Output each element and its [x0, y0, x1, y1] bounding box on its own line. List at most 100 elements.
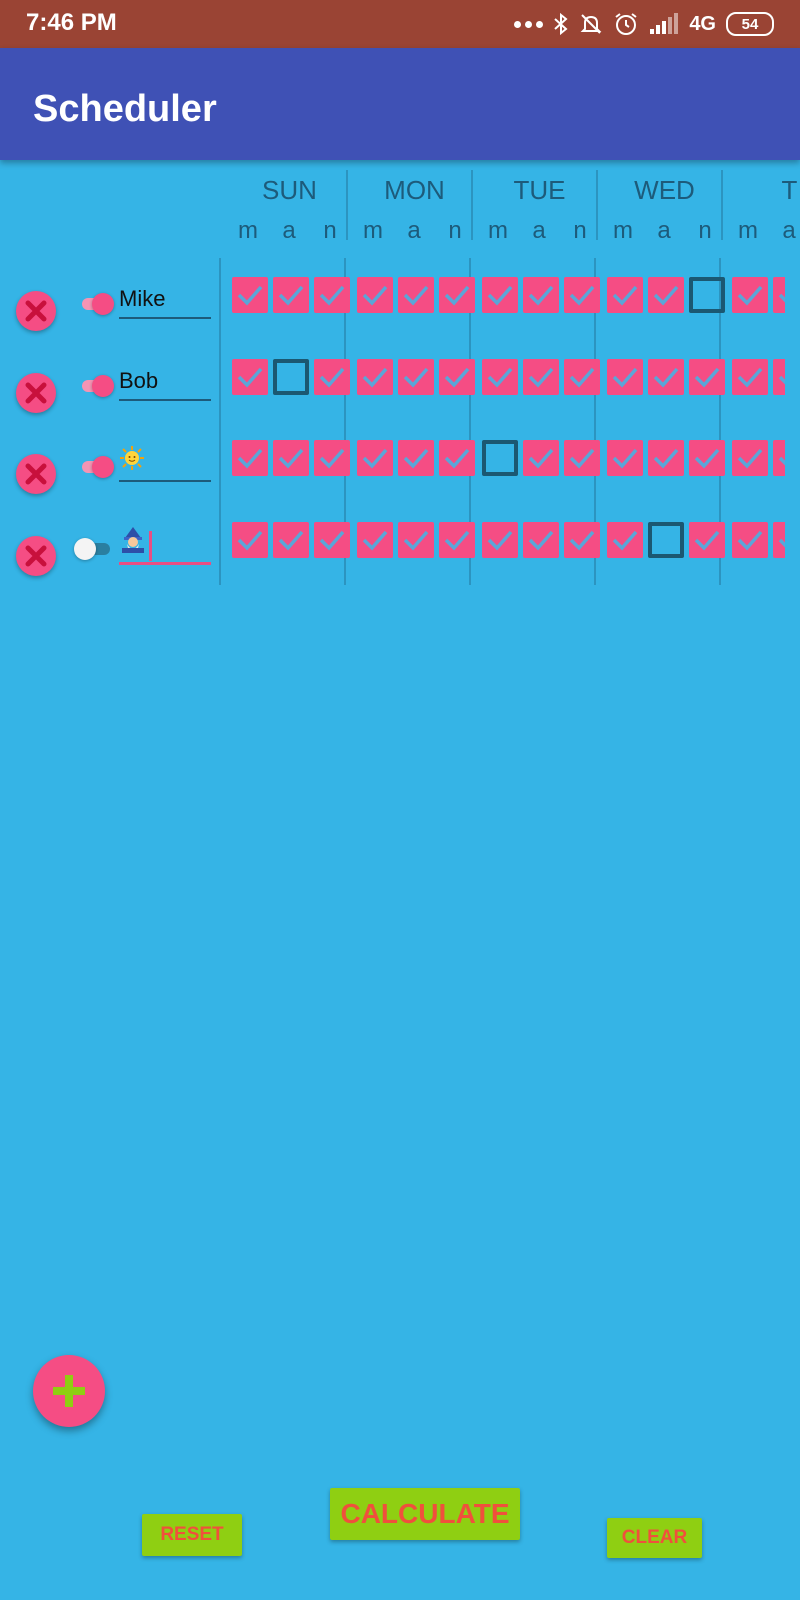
shift-checkbox-tue-m[interactable] — [482, 277, 518, 313]
shift-checkbox-wed-m[interactable] — [607, 522, 643, 558]
person-name-input[interactable] — [119, 526, 211, 565]
shift-checkbox-t-m[interactable] — [732, 522, 768, 558]
shift-checkbox-wed-n[interactable] — [689, 440, 725, 476]
person-name-text: Mike — [119, 286, 166, 311]
day-header-tue: TUE — [513, 175, 566, 205]
shift-checkbox-tue-m[interactable] — [482, 440, 518, 476]
shift-checkbox-sun-n[interactable] — [314, 522, 350, 558]
check-icon — [694, 367, 720, 388]
shift-checkbox-sun-m[interactable] — [232, 440, 268, 476]
shift-checkbox-sun-a[interactable] — [273, 359, 309, 395]
add-person-button[interactable] — [33, 1355, 105, 1427]
person-name-input[interactable] — [119, 444, 211, 482]
shift-checkbox-sun-m[interactable] — [232, 277, 268, 313]
shift-checkbox-tue-a[interactable] — [523, 277, 559, 313]
check-icon — [569, 367, 595, 388]
shift-checkbox-sun-n[interactable] — [314, 277, 350, 313]
shift-checkbox-sun-a[interactable] — [273, 440, 309, 476]
shift-checkbox-wed-m[interactable] — [607, 440, 643, 476]
shift-checkbox-sun-n[interactable] — [314, 359, 350, 395]
battery-level: 54 — [741, 15, 759, 33]
shift-checkbox-mon-n[interactable] — [439, 359, 475, 395]
shift-checkbox-mon-a[interactable] — [398, 359, 434, 395]
delete-person-button[interactable] — [16, 536, 56, 576]
shift-checkbox-tue-m[interactable] — [482, 359, 518, 395]
shift-checkbox-sun-m[interactable] — [232, 522, 268, 558]
check-icon — [362, 285, 388, 306]
person-name-text: Bob — [119, 368, 159, 393]
check-icon — [237, 367, 263, 388]
shift-checkbox-t-m[interactable] — [732, 440, 768, 476]
mute-bell-icon — [580, 14, 602, 34]
shift-checkbox-wed-m[interactable] — [607, 277, 643, 313]
reset-button[interactable]: RESET — [142, 1514, 242, 1556]
check-icon — [778, 538, 785, 548]
delete-person-button[interactable] — [16, 454, 56, 494]
person-enabled-toggle[interactable] — [82, 456, 114, 478]
shift-checkbox-t-m[interactable] — [732, 277, 768, 313]
shift-checkbox-wed-a[interactable] — [648, 522, 684, 558]
shift-checkbox-t-a[interactable] — [773, 359, 785, 395]
shift-checkbox-sun-a[interactable] — [273, 277, 309, 313]
shift-checkbox-wed-a[interactable] — [648, 277, 684, 313]
shift-checkbox-mon-n[interactable] — [439, 277, 475, 313]
shift-checkbox-t-a[interactable] — [773, 440, 785, 476]
shift-checkbox-wed-n[interactable] — [689, 359, 725, 395]
shift-checkbox-mon-m[interactable] — [357, 440, 393, 476]
check-icon — [319, 285, 345, 306]
shift-checkbox-t-a[interactable] — [773, 277, 785, 313]
check-icon — [528, 367, 554, 388]
shift-checkbox-wed-a[interactable] — [648, 359, 684, 395]
shift-checkbox-wed-n[interactable] — [689, 277, 725, 313]
shift-checkbox-mon-a[interactable] — [398, 277, 434, 313]
person-enabled-toggle[interactable] — [74, 538, 112, 560]
shift-checkbox-wed-a[interactable] — [648, 440, 684, 476]
shift-checkbox-sun-n[interactable] — [314, 440, 350, 476]
slot-label-a: a — [782, 217, 796, 244]
shift-checkbox-wed-n[interactable] — [689, 522, 725, 558]
shift-checkbox-mon-a[interactable] — [398, 522, 434, 558]
delete-person-button[interactable] — [16, 291, 56, 331]
slot-label-n: n — [448, 217, 462, 244]
shift-checkbox-tue-n[interactable] — [564, 277, 600, 313]
person-enabled-toggle[interactable] — [82, 375, 114, 397]
check-icon — [528, 448, 554, 469]
shift-checkbox-mon-m[interactable] — [357, 359, 393, 395]
shift-checkbox-tue-a[interactable] — [523, 522, 559, 558]
slot-label-m: m — [738, 217, 758, 244]
check-icon — [487, 285, 513, 306]
clear-button[interactable]: CLEAR — [607, 1518, 702, 1558]
shift-checkbox-tue-n[interactable] — [564, 440, 600, 476]
check-icon — [737, 367, 763, 388]
shift-checkbox-wed-m[interactable] — [607, 359, 643, 395]
shift-checkbox-mon-m[interactable] — [357, 522, 393, 558]
delete-person-button[interactable] — [16, 373, 56, 413]
shift-checkbox-tue-a[interactable] — [523, 440, 559, 476]
shift-checkbox-t-m[interactable] — [732, 359, 768, 395]
person-enabled-toggle[interactable] — [82, 293, 114, 315]
shift-checkbox-mon-m[interactable] — [357, 277, 393, 313]
shift-checkbox-tue-n[interactable] — [564, 359, 600, 395]
shift-checkbox-mon-n[interactable] — [439, 440, 475, 476]
network-type: 4G — [689, 12, 716, 35]
check-icon — [319, 448, 345, 469]
check-icon — [569, 285, 595, 306]
shift-checkbox-sun-a[interactable] — [273, 522, 309, 558]
shift-checkbox-mon-a[interactable] — [398, 440, 434, 476]
shift-checkbox-tue-a[interactable] — [523, 359, 559, 395]
shift-checkbox-mon-n[interactable] — [439, 522, 475, 558]
calculate-button[interactable]: CALCULATE — [330, 1488, 520, 1540]
check-icon — [278, 448, 304, 469]
shift-checkbox-tue-n[interactable] — [564, 522, 600, 558]
check-icon — [778, 456, 785, 466]
person-name-input[interactable]: Mike — [119, 281, 211, 319]
check-icon — [487, 367, 513, 388]
shift-checkbox-tue-m[interactable] — [482, 522, 518, 558]
shift-checkbox-t-a[interactable] — [773, 522, 785, 558]
person-name-input[interactable]: Bob — [119, 363, 211, 401]
shift-checkbox-sun-m[interactable] — [232, 359, 268, 395]
check-icon — [403, 285, 429, 306]
app-bar: Scheduler — [0, 48, 800, 160]
day-header-mon: MON — [384, 175, 445, 205]
day-separator — [471, 170, 473, 240]
